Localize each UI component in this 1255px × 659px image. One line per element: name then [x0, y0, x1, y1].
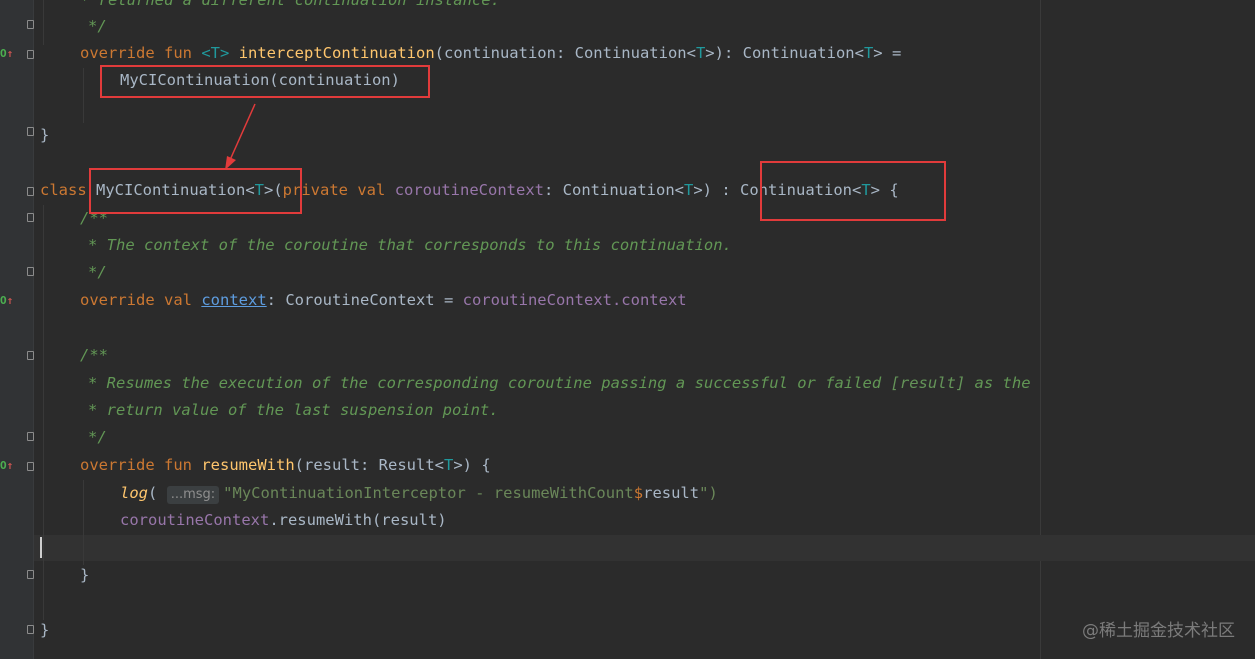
annotation-arrow: [225, 103, 256, 170]
watermark: @稀土掘金技术社区: [1082, 621, 1235, 641]
annotation-arrow-line: [229, 103, 256, 161]
annotation-arrow-head: [225, 156, 236, 170]
